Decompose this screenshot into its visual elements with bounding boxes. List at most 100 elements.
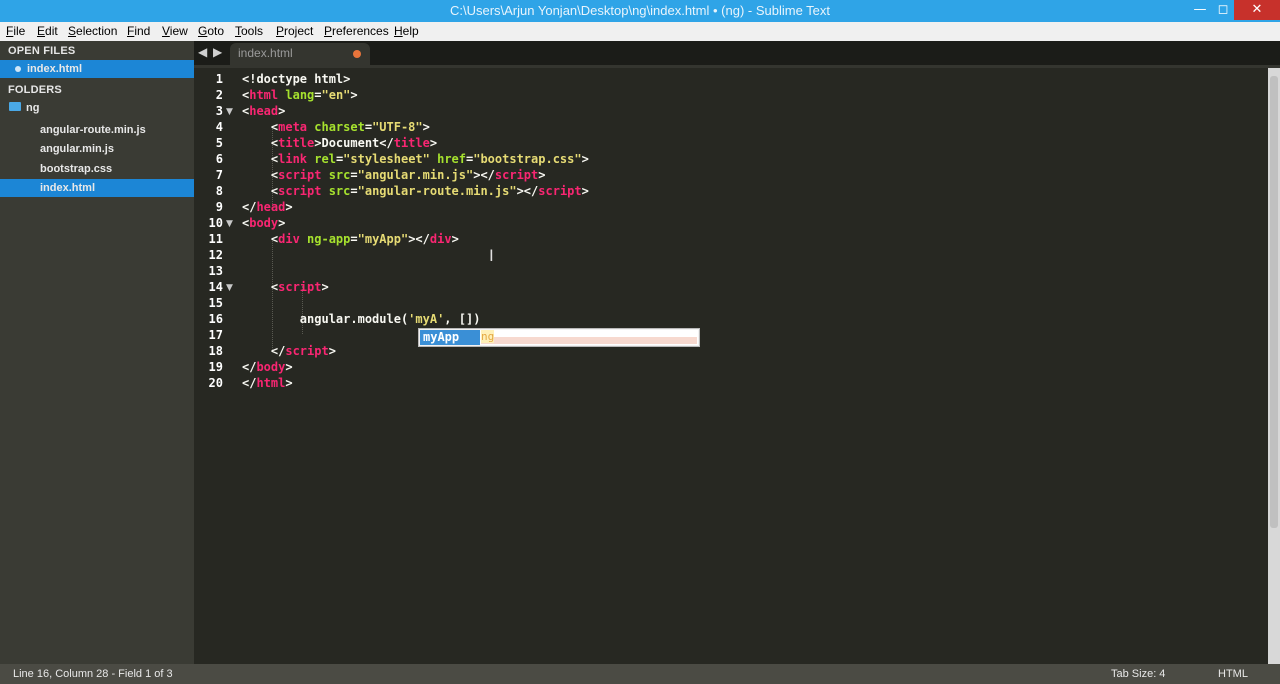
back-arrow-icon[interactable]: ◀ xyxy=(198,45,207,59)
plain-token: > xyxy=(422,120,430,134)
open-file-label: index.html xyxy=(27,63,83,75)
syntax-indicator[interactable]: HTML xyxy=(1218,668,1248,680)
line-number: 14 xyxy=(208,280,223,294)
file-item[interactable]: angular.min.js xyxy=(0,140,194,158)
plain-token: = xyxy=(314,88,322,102)
file-item[interactable]: bootstrap.css xyxy=(0,160,194,178)
plain-token: , []) xyxy=(444,312,481,326)
forward-arrow-icon[interactable]: ▶ xyxy=(213,45,222,59)
menu-goto[interactable]: Goto xyxy=(198,24,224,38)
menu-tools[interactable]: Tools xyxy=(235,24,263,38)
code-line[interactable]: <head> xyxy=(242,104,285,118)
code-line[interactable]: <script> xyxy=(242,280,329,294)
plain-token: = xyxy=(364,120,373,134)
menu-selection[interactable]: Selection xyxy=(68,24,117,38)
code-line[interactable]: </body> xyxy=(242,360,293,374)
plain-token: > xyxy=(328,344,336,358)
folder-item-ng[interactable]: ng xyxy=(0,99,194,117)
modified-dot-icon[interactable] xyxy=(353,50,361,58)
plain-token: = xyxy=(350,184,358,198)
menu-help[interactable]: Help xyxy=(394,24,419,38)
attribute-token: rel xyxy=(307,152,336,166)
tab-label: index.html xyxy=(238,46,293,60)
menu-preferences[interactable]: Preferences xyxy=(324,24,389,38)
tag-token: meta xyxy=(278,120,308,134)
code-line[interactable]: </script> xyxy=(242,344,336,358)
tab-size-indicator[interactable]: Tab Size: 4 xyxy=(1111,668,1165,680)
code-editor[interactable]: 1 2 3 4 5 6 7 8 9 10 11 12 13 14 15 16 17 18 19 20 ▼ ▼ ▼ <!doct… xyxy=(194,68,1268,664)
window-title: C:\Users\Arjun Yonjan\Desktop\ng\index.h… xyxy=(449,3,831,18)
fold-arrow-icon[interactable]: ▼ xyxy=(226,107,233,117)
autocomplete-popup[interactable]: myApp ng xyxy=(418,328,700,347)
code-line[interactable]: </head> xyxy=(242,200,293,214)
vertical-scrollbar[interactable] xyxy=(1268,68,1280,664)
attribute-token: charset xyxy=(307,120,365,134)
line-number: 5 xyxy=(215,136,223,150)
plain-token: = xyxy=(350,232,358,246)
menu-bar: File Edit Selection Find View Goto Tools… xyxy=(0,22,1280,41)
line-number: 16 xyxy=(208,312,223,326)
code-line[interactable]: <link rel="stylesheet" href="bootstrap.c… xyxy=(242,152,589,166)
plain-token: </ xyxy=(242,344,286,358)
plain-token: > xyxy=(278,216,286,230)
open-file-item[interactable]: index.html xyxy=(0,60,194,78)
attribute-token: src xyxy=(321,184,351,198)
plain-token: > xyxy=(429,136,438,150)
autocomplete-suggestion[interactable]: myApp xyxy=(423,330,459,344)
menu-find[interactable]: Find xyxy=(127,24,150,38)
tag-token: script xyxy=(494,168,539,182)
line-number: 15 xyxy=(208,296,223,310)
fold-arrow-icon[interactable]: ▼ xyxy=(226,219,233,229)
menu-file[interactable]: File xyxy=(6,24,25,38)
plain-token: ></ xyxy=(473,168,495,182)
plain-token: < xyxy=(242,168,279,182)
status-bar: Line 16, Column 28 - Field 1 of 3 Tab Si… xyxy=(0,664,1280,684)
line-number: 2 xyxy=(215,88,223,102)
code-line[interactable]: <div ng-app="myApp"></div> xyxy=(242,232,459,246)
line-number: 11 xyxy=(208,232,223,246)
string-token: "angular.min.js" xyxy=(357,168,474,182)
file-item-selected[interactable]: index.html xyxy=(0,179,194,197)
code-line[interactable]: <!doctype html> xyxy=(242,72,350,86)
tab-index-html[interactable]: index.html xyxy=(230,43,370,65)
folder-icon xyxy=(9,102,21,111)
scrollbar-thumb[interactable] xyxy=(1270,76,1278,528)
text-cursor-icon: I xyxy=(489,246,494,265)
cursor-position: Line 16, Column 28 - Field 1 of 3 xyxy=(13,668,173,680)
code-line[interactable]: angular.module('myA', []) xyxy=(242,312,481,326)
string-token: "UTF-8" xyxy=(372,120,423,134)
code-line[interactable]: <script src="angular-route.min.js"></scr… xyxy=(242,184,589,198)
autocomplete-kind: ng xyxy=(481,330,495,343)
plain-token: = xyxy=(350,168,358,182)
tag-token: script xyxy=(278,184,322,198)
menu-view[interactable]: View xyxy=(162,24,188,38)
code-line[interactable]: <title>Document</title> xyxy=(242,136,437,150)
menu-edit[interactable]: Edit xyxy=(37,24,58,38)
code-line[interactable]: <script src="angular.min.js"></script> xyxy=(242,168,546,182)
code-line[interactable]: <meta charset="UTF-8"> xyxy=(242,120,430,134)
menu-project[interactable]: Project xyxy=(276,24,313,38)
folder-label: ng xyxy=(26,102,40,114)
tag-token: body xyxy=(249,216,279,230)
plain-token: < xyxy=(242,120,279,134)
plain-token: >Document</ xyxy=(314,136,394,150)
tag-token: body xyxy=(256,360,286,374)
plain-token: </ xyxy=(242,200,257,214)
string-token: "myApp" xyxy=(357,232,409,246)
tag-token: title xyxy=(393,136,430,150)
code-line[interactable]: </html> xyxy=(242,376,293,390)
tag-token: script xyxy=(278,168,322,182)
fold-arrow-icon[interactable]: ▼ xyxy=(226,283,233,293)
code-line[interactable]: <html lang="en"> xyxy=(242,88,358,102)
plain-token: > xyxy=(451,232,459,246)
line-number: 9 xyxy=(215,200,223,214)
tag-token: div xyxy=(278,232,300,246)
autocomplete-row-highlight xyxy=(481,337,697,344)
plain-token: ></ xyxy=(408,232,430,246)
close-button[interactable]: ✕ xyxy=(1234,0,1280,20)
file-item[interactable]: angular-route.min.js xyxy=(0,121,194,139)
code-line[interactable]: <body> xyxy=(242,216,285,230)
line-number: 7 xyxy=(215,168,223,182)
plain-token: ></ xyxy=(516,184,539,198)
maximize-button[interactable]: ◻ xyxy=(1210,0,1236,20)
